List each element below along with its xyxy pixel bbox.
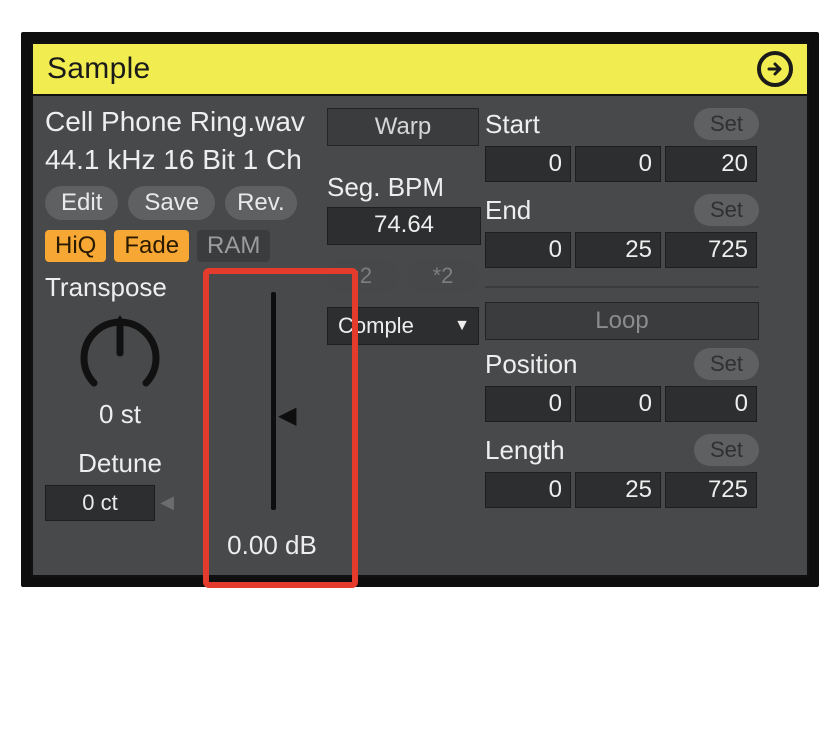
position-value[interactable]: 0 0 0 (485, 386, 759, 422)
length-value[interactable]: 0 25 725 (485, 472, 759, 508)
transpose-value: 0 st (45, 399, 195, 430)
sample-filename: Cell Phone Ring.wav (45, 106, 321, 138)
gain-slider-area: ▶ 0.00 dB (213, 272, 331, 561)
end-beats[interactable]: 25 (575, 232, 661, 268)
position-set-button[interactable]: Set (694, 348, 759, 380)
detune-label: Detune (45, 448, 195, 479)
length-set-button[interactable]: Set (694, 434, 759, 466)
gain-value: 0.00 dB (227, 530, 317, 561)
panel-title: Sample (47, 52, 151, 86)
position-label: Position (485, 349, 578, 380)
slider-thumb-icon: ▶ (278, 404, 296, 428)
start-label: Start (485, 109, 540, 140)
position-ticks[interactable]: 0 (665, 386, 757, 422)
end-value[interactable]: 0 25 725 (485, 232, 759, 268)
seg-bpm-value[interactable]: 74.64 (327, 207, 481, 245)
warp-mode-value: Comple (338, 313, 414, 339)
transpose-label: Transpose (45, 272, 195, 303)
length-label: Length (485, 435, 565, 466)
fade-toggle[interactable]: Fade (114, 230, 189, 262)
end-set-button[interactable]: Set (694, 194, 759, 226)
position-column: Start Set 0 0 20 End Set 0 25 725 (485, 106, 759, 561)
end-bars[interactable]: 0 (485, 232, 571, 268)
bpm-half-button[interactable]: :2 (327, 259, 399, 293)
loop-toggle[interactable]: Loop (485, 302, 759, 340)
panel-titlebar: Sample (33, 44, 807, 96)
transpose-knob[interactable] (76, 309, 164, 397)
save-button[interactable]: Save (128, 186, 215, 220)
warp-column: Warp Seg. BPM 74.64 :2 *2 Comple ▼ (327, 106, 479, 561)
start-value[interactable]: 0 0 20 (485, 146, 759, 182)
hiq-toggle[interactable]: HiQ (45, 230, 106, 262)
position-bars[interactable]: 0 (485, 386, 571, 422)
length-ticks[interactable]: 725 (665, 472, 757, 508)
position-beats[interactable]: 0 (575, 386, 661, 422)
warp-toggle[interactable]: Warp (327, 108, 479, 146)
edit-button[interactable]: Edit (45, 186, 118, 220)
sample-panel: Sample Cell Phone Ring.wav 44.1 kHz 16 B… (31, 42, 809, 577)
end-ticks[interactable]: 725 (665, 232, 757, 268)
length-beats[interactable]: 25 (575, 472, 661, 508)
start-beats[interactable]: 0 (575, 146, 661, 182)
reverse-button[interactable]: Rev. (225, 186, 297, 220)
end-label: End (485, 195, 531, 226)
start-set-button[interactable]: Set (694, 108, 759, 140)
sample-info-column: Cell Phone Ring.wav 44.1 kHz 16 Bit 1 Ch… (45, 106, 321, 561)
sample-format: 44.1 kHz 16 Bit 1 Ch (45, 144, 321, 176)
start-ticks[interactable]: 20 (665, 146, 757, 182)
ram-toggle[interactable]: RAM (197, 230, 270, 262)
divider (485, 286, 759, 288)
seg-bpm-label: Seg. BPM (327, 172, 479, 203)
gain-slider[interactable]: ▶ (252, 286, 292, 516)
arrow-right-circle-icon[interactable] (757, 51, 793, 87)
detune-value[interactable]: 0 ct (45, 485, 155, 521)
chevron-down-icon: ▼ (454, 317, 470, 335)
start-bars[interactable]: 0 (485, 146, 571, 182)
bpm-double-button[interactable]: *2 (407, 259, 479, 293)
length-bars[interactable]: 0 (485, 472, 571, 508)
window-frame: Sample Cell Phone Ring.wav 44.1 kHz 16 B… (21, 32, 819, 587)
warp-mode-dropdown[interactable]: Comple ▼ (327, 307, 479, 345)
